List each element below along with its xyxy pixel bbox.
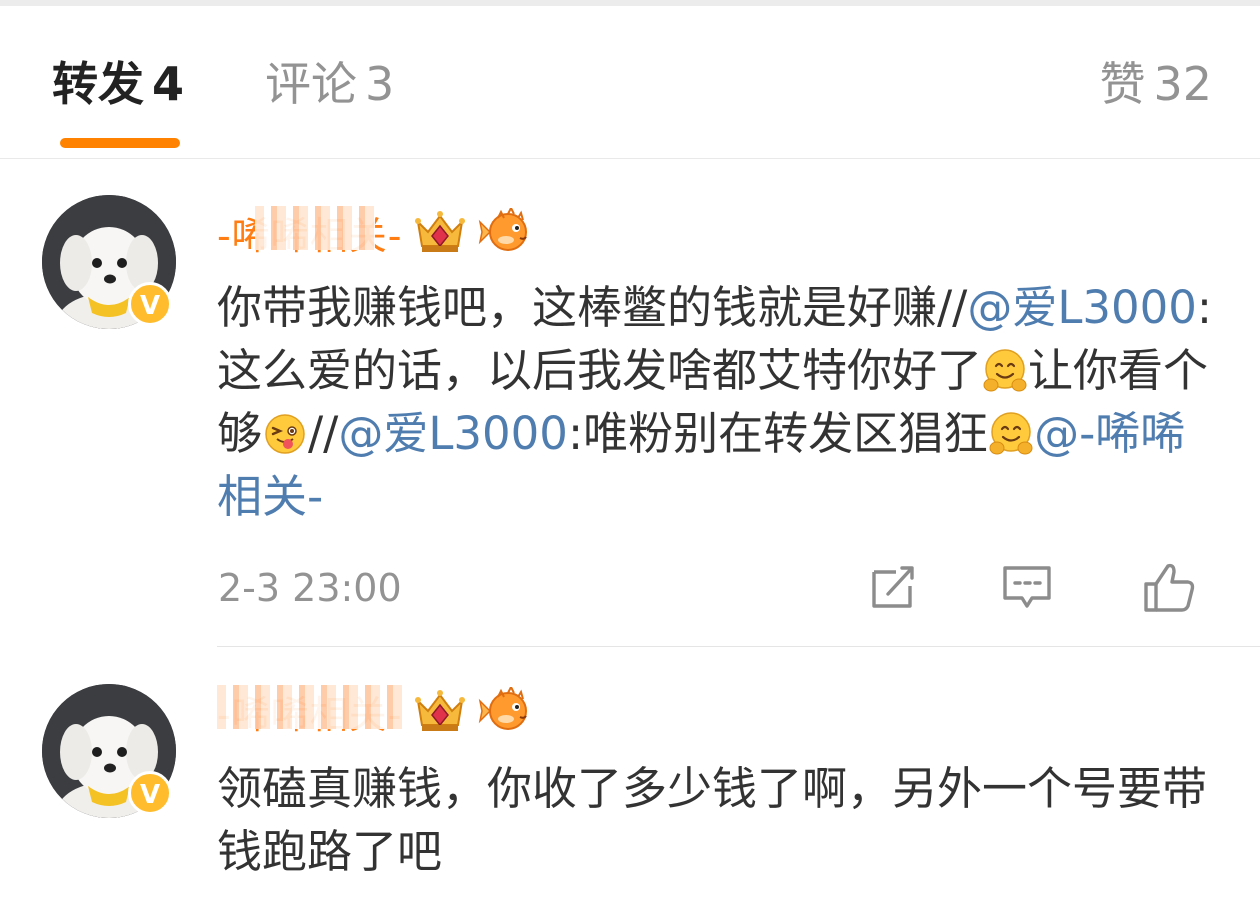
- username-mosaic: [255, 206, 375, 250]
- hug-emoji-icon: [982, 348, 1028, 394]
- username-row: -唏唏相关-: [217, 204, 534, 260]
- content-text: 你带我赚钱吧，这棒鳖的钱就是好赚//: [217, 281, 968, 334]
- content-text: //: [308, 407, 339, 460]
- repost-item: V -唏唏相关- 领磕真赚钱，你收了多少钱了啊，另外一个号要带钱跑路了吧: [0, 647, 1260, 905]
- crown-badge-icon[interactable]: [412, 208, 468, 256]
- post-timestamp: 2-3 23:00: [218, 566, 402, 610]
- verified-badge-icon: V: [128, 282, 172, 326]
- tab-comment-count: 3: [365, 57, 395, 111]
- wink-emoji-icon: [262, 411, 308, 457]
- content-text: :唯粉别在转发区猖狂: [567, 407, 989, 460]
- mention-link[interactable]: @爱L3000: [967, 281, 1197, 334]
- tab-repost-count: 4: [152, 57, 185, 111]
- pufferfish-icon[interactable]: [478, 687, 534, 735]
- repost-icon[interactable]: [866, 560, 920, 614]
- mention-link[interactable]: @爱L3000: [338, 407, 568, 460]
- tab-bar: 转发 4 评论 3 赞 32: [0, 6, 1260, 159]
- tab-comment-label: 评论: [265, 57, 357, 111]
- tab-like[interactable]: 赞 32: [1099, 56, 1212, 112]
- tab-repost-label: 转发: [52, 57, 144, 111]
- content-text: 领磕真赚钱，你收了多少钱了啊，另外一个号要带钱跑路了吧: [217, 762, 1208, 878]
- tab-comment[interactable]: 评论 3: [265, 56, 394, 112]
- hug-emoji-icon: [988, 411, 1034, 457]
- repost-item: V -唏唏相关- 你带我赚钱吧，这棒鳖的钱就是好赚//@爱L3000:这么爱的话…: [0, 158, 1260, 646]
- tab-like-count: 32: [1153, 57, 1212, 111]
- active-tab-indicator: [60, 138, 180, 148]
- post-content: 你带我赚钱吧，这棒鳖的钱就是好赚//@爱L3000:这么爱的话，以后我发啥都艾特…: [217, 276, 1217, 528]
- username-mosaic: [217, 685, 402, 729]
- comment-icon[interactable]: [1000, 560, 1054, 614]
- post-content: 领磕真赚钱，你收了多少钱了啊，另外一个号要带钱跑路了吧: [217, 757, 1217, 883]
- like-icon[interactable]: [1142, 560, 1196, 614]
- username-row: -唏唏相关-: [217, 683, 534, 739]
- tab-like-label: 赞: [1099, 57, 1146, 111]
- pufferfish-icon[interactable]: [478, 208, 534, 256]
- verified-badge-icon: V: [128, 771, 172, 815]
- crown-badge-icon[interactable]: [412, 687, 468, 735]
- tab-repost[interactable]: 转发 4: [52, 56, 184, 112]
